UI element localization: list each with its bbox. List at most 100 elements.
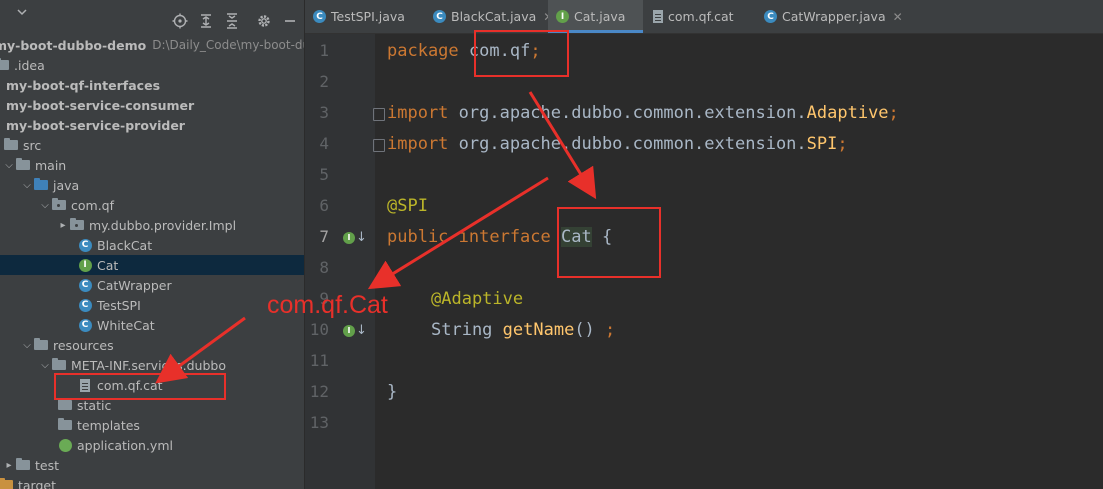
locate-icon[interactable] [172,13,188,29]
project-name: my-boot-dubbo-demo [0,37,147,53]
line-number: 12 [309,382,329,401]
package-icon [51,197,67,213]
tree-item-qf-interfaces[interactable]: my-boot-qf-interfaces [0,75,302,95]
text-file-icon [653,10,663,23]
tree-item-label: WhiteCat [97,317,155,333]
tab-cat[interactable]: I Cat.java [548,0,643,33]
fold-marker-icon[interactable] [373,139,385,152]
excluded-folder-icon [0,477,14,489]
tab-blackcat[interactable]: C BlackCat.java ✕ [433,0,553,33]
tree-item-application-yml[interactable]: application.yml [57,435,304,455]
token-semicolon: ; [888,103,899,123]
tree-item-label: META-INF.services.dubbo [71,357,226,373]
close-icon[interactable]: ✕ [893,10,903,24]
tree-item-label: test [35,457,60,473]
token-import-path: org.apache.dubbo.common.extension. [448,103,807,123]
chevron-down-icon[interactable]: ⌵ [21,180,33,191]
chevron-down-icon[interactable]: ⌵ [3,160,15,171]
chevron-down-icon[interactable]: ⌵ [39,360,51,371]
annotation-label: com.qf.Cat [267,291,388,319]
minimize-icon[interactable] [282,13,298,29]
line-number: 1 [319,41,329,60]
interface-icon: I [556,10,569,23]
chevron-right-icon[interactable]: ▸ [3,460,15,471]
project-toolbar [0,0,304,29]
tree-item-label: templates [77,417,140,433]
folder-icon [51,357,67,373]
tree-item-idea[interactable]: .idea [0,55,298,75]
token-annotation: @SPI [387,196,428,216]
tab-label: BlackCat.java [451,9,537,24]
implemented-marker-icon[interactable]: I ↓ [343,323,367,338]
line-number: 2 [319,72,329,91]
tree-item-target[interactable]: target [0,475,302,489]
line-number: 11 [309,351,329,370]
token-method: getName [502,320,575,340]
gear-icon[interactable] [256,13,272,29]
tree-item-label: my-boot-qf-interfaces [6,77,161,93]
token-keyword: public interface [387,227,551,247]
chevron-right-icon[interactable]: ▸ [57,220,69,231]
class-icon: C [77,277,93,293]
yml-file-icon [57,437,73,453]
folder-icon [3,137,19,153]
class-icon: C [77,237,93,253]
folder-icon [15,157,31,173]
token-brace: } [387,382,398,402]
project-path: D:\Daily_Code\my-boot-dubbo [152,38,304,52]
resources-folder-icon [33,337,49,353]
tree-item-provider-impl[interactable]: ▸ my.dubbo.provider.Impl [57,215,304,235]
highlight-box-file [54,373,226,400]
tree-item-label: application.yml [77,437,173,453]
fold-marker-icon[interactable] [373,108,385,121]
code-line-3: import org.apache.dubbo.common.extension… [387,102,899,124]
chevron-down-icon[interactable] [14,4,30,20]
tree-item-blackcat[interactable]: C BlackCat [77,235,304,255]
tree-item-main[interactable]: ⌵ main [3,155,304,175]
folder-icon [0,57,10,73]
tree-item-resources[interactable]: ⌵ resources [21,335,304,355]
folder-icon [57,417,73,433]
tab-testspi[interactable]: C TestSPI.java [313,0,431,33]
chevron-down-icon[interactable]: ⌵ [21,340,33,351]
tree-item-label: target [18,477,57,489]
tree-item-label: CatWrapper [97,277,172,293]
tab-com-qf-cat[interactable]: com.qf.cat [653,0,758,33]
tree-project-root[interactable]: my-boot-dubbo-demo D:\Daily_Code\my-boot… [0,35,304,55]
highlight-box-package [474,30,569,77]
tree-item-label: BlackCat [97,237,153,253]
implemented-marker-icon[interactable]: I ↓ [343,230,367,245]
token-type: String [431,320,503,340]
editor-gutter[interactable]: 1 2 3 4 5 6 7 8 9 10 11 12 13 I ↓ I ↓ [305,34,375,489]
code-line-9: @Adaptive [431,288,523,310]
tree-item-test[interactable]: ▸ test [3,455,304,475]
line-number: 4 [319,134,329,153]
code-line-4: import org.apache.dubbo.common.extension… [387,133,848,155]
code-line-6: @SPI [387,195,428,217]
tree-item-templates[interactable]: templates [57,415,304,435]
tree-item-service-provider[interactable]: my-boot-service-provider [0,115,302,135]
tree-item-label: java [53,177,80,193]
line-number: 13 [309,413,329,432]
line-number-current: 7 [319,227,329,246]
tab-label: TestSPI.java [331,9,405,24]
tree-item-com-qf[interactable]: ⌵ com.qf [39,195,304,215]
tree-item-src[interactable]: src [3,135,304,155]
chevron-down-icon[interactable]: ⌵ [39,200,51,211]
tree-item-service-consumer[interactable]: my-boot-service-consumer [0,95,302,115]
tab-catwrapper[interactable]: C CatWrapper.java ✕ [764,0,904,33]
code-line-10: String getName() ; [431,319,615,341]
tree-item-cat[interactable]: I Cat [0,255,304,275]
token-class-name: Adaptive [806,103,889,123]
collapse-all-icon[interactable] [224,13,240,29]
tree-item-label: TestSPI [97,297,141,313]
line-number: 5 [319,165,329,184]
tree-item-java[interactable]: ⌵ java [21,175,304,195]
token-parens: () [574,320,606,340]
tree-item-label: .idea [14,57,45,73]
folder-icon [15,457,31,473]
tree-item-meta-inf[interactable]: ⌵ META-INF.services.dubbo [39,355,304,375]
code-editor[interactable]: package com.qf; import org.apache.dubbo.… [387,34,1103,489]
expand-all-icon[interactable] [198,13,214,29]
line-number: 6 [319,196,329,215]
